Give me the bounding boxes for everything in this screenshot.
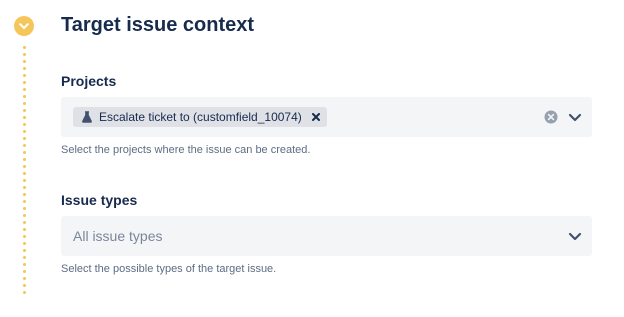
section-collapse-toggle[interactable]	[14, 16, 34, 36]
issue-types-help-text: Select the possible types of the target …	[61, 263, 277, 275]
flask-icon	[81, 111, 93, 123]
project-chip-label: Escalate ticket to (customfield_10074)	[99, 110, 302, 124]
projects-label: Projects	[61, 73, 117, 89]
clear-circle-icon[interactable]	[544, 110, 558, 124]
chevron-down-icon	[19, 22, 29, 29]
issue-types-placeholder: All issue types	[73, 228, 163, 244]
project-chip: Escalate ticket to (customfield_10074)	[73, 107, 327, 127]
projects-select[interactable]: Escalate ticket to (customfield_10074)	[61, 97, 592, 137]
chevron-down-icon[interactable]	[568, 230, 582, 242]
close-icon[interactable]	[311, 112, 321, 122]
projects-help-text: Select the projects where the issue can …	[61, 144, 311, 156]
issue-types-select[interactable]: All issue types	[61, 216, 592, 256]
timeline-connector	[23, 44, 26, 298]
section-title: Target issue context	[61, 14, 255, 36]
chevron-down-icon[interactable]	[568, 111, 582, 123]
issue-types-label: Issue types	[61, 192, 138, 208]
